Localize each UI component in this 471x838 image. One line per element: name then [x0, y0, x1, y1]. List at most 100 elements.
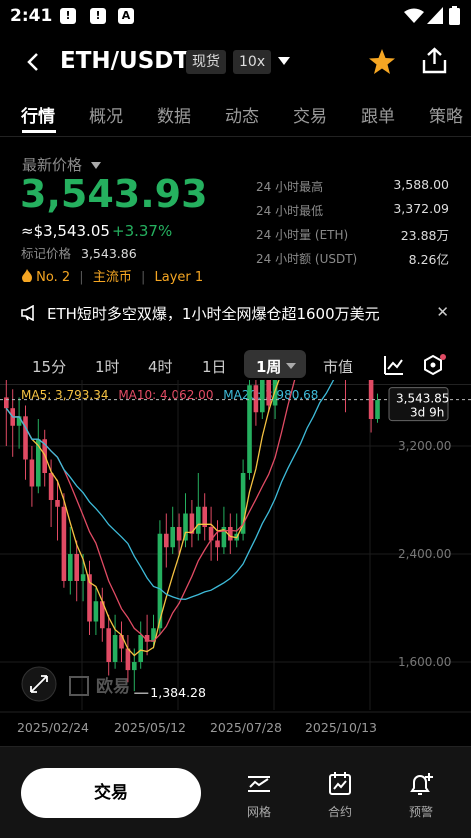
signal-icon	[427, 7, 443, 24]
stat-value: 8.26亿	[408, 252, 449, 267]
candle-body	[164, 533, 169, 548]
timeframe-1h[interactable]: 1时	[95, 356, 120, 377]
y-tick-label: 1,600.00	[398, 655, 451, 669]
candle-body	[196, 506, 201, 534]
x-tick-label: 2025/02/24	[17, 720, 89, 735]
watermark: 欧易	[96, 676, 130, 697]
layer-tag[interactable]: Layer 1	[155, 270, 204, 285]
candle-body	[4, 397, 9, 409]
stat-value: 3,372.09	[393, 201, 449, 216]
stat-value: 23.88万	[400, 228, 449, 243]
candle-body	[170, 527, 175, 548]
candle-body	[228, 527, 233, 541]
stat-value: 3,588.00	[393, 177, 449, 192]
timeframe-1d[interactable]: 1日	[202, 356, 227, 377]
grid-bot-icon[interactable]	[246, 771, 272, 797]
bottom-action-bar: 交易 网格 合约 预警	[0, 746, 471, 838]
main-tabs: 行情 概况 数据 动态 交易 跟单 策略	[0, 98, 471, 137]
alert-label[interactable]: 预警	[391, 803, 451, 820]
status-bar: 2:41 ! ! A	[0, 0, 471, 34]
candle-body	[125, 648, 131, 671]
x-tick-label: 2025/07/28	[210, 720, 282, 735]
candle-body	[61, 506, 67, 581]
stat-label: 24 小时最低	[256, 204, 324, 218]
chart-svg[interactable]: 4,800.004,000.003,200.002,400.001,600.00…	[0, 201, 471, 740]
stat-label: 24 小时量 (ETH)	[256, 228, 349, 242]
alert-bell-icon[interactable]	[408, 771, 436, 797]
tab-data[interactable]: 数据	[157, 102, 191, 127]
chevron-down-icon[interactable]	[278, 57, 290, 65]
timeframe-marketcap[interactable]: 市值	[323, 356, 353, 377]
candle-body	[93, 601, 99, 622]
x-tick-label: 2025/05/12	[114, 720, 186, 735]
tab-trade[interactable]: 交易	[293, 102, 327, 127]
candle-body	[29, 459, 35, 487]
close-icon[interactable]: ✕	[436, 303, 449, 321]
change-percent: +3.37%	[112, 222, 173, 240]
candle-body	[215, 540, 220, 548]
y-tick-label: 2,400.00	[398, 547, 451, 561]
stat-label: 24 小时额 (USDT)	[256, 252, 358, 266]
candle-body	[68, 554, 73, 581]
timeframe-1w[interactable]: 1周	[256, 356, 281, 377]
star-icon[interactable]	[368, 48, 396, 75]
candle-body	[253, 385, 259, 413]
countdown-label: 3d 9h	[410, 406, 444, 420]
last-price: 3,543.93	[20, 172, 208, 216]
candle-body	[260, 378, 265, 413]
tab-news[interactable]: 动态	[225, 102, 259, 127]
tab-indicator	[22, 130, 56, 133]
candle-body	[80, 574, 86, 581]
alert-icon: !	[60, 8, 76, 24]
usd-equivalent: ≈$3,543.05	[21, 222, 110, 240]
contract-icon[interactable]	[327, 771, 353, 797]
news-banner[interactable]: ETH短时多空双爆，1小时全网爆仓超1600万美元 ✕	[21, 303, 451, 325]
tag-row: No. 2 | 主流币 | Layer 1	[22, 266, 203, 285]
candle-body	[74, 554, 79, 581]
chevron-down-icon[interactable]	[286, 363, 296, 369]
share-icon[interactable]	[422, 47, 447, 74]
wifi-icon	[404, 8, 424, 23]
tab-market[interactable]: 行情	[21, 102, 55, 127]
candle-body	[176, 527, 182, 541]
candle-body	[23, 416, 28, 460]
back-arrow-icon[interactable]	[26, 52, 40, 72]
tab-overview[interactable]: 概况	[89, 102, 123, 127]
candle-body	[138, 635, 143, 662]
x-tick-label: 2025/10/13	[305, 720, 377, 735]
trade-button[interactable]: 交易	[21, 768, 201, 818]
candle-body	[48, 473, 54, 500]
tab-strategy[interactable]: 策略	[429, 102, 463, 127]
rank-tag[interactable]: No. 2	[36, 270, 70, 285]
leverage-badge: 10x	[233, 50, 272, 74]
candle-body	[375, 400, 380, 419]
candle-body	[247, 385, 252, 473]
mark-price-value: 3,543.86	[81, 246, 137, 261]
category-tag[interactable]: 主流币	[93, 270, 132, 285]
battery-icon	[449, 6, 460, 25]
candle-body	[106, 628, 111, 662]
alert-icon: !	[90, 8, 106, 24]
indicator-icon[interactable]	[384, 355, 404, 375]
low-price-label: 1,384.28	[150, 685, 206, 700]
market-type-badge: 现货	[186, 50, 226, 74]
caret-down-icon	[91, 162, 102, 169]
timeframe-4h[interactable]: 4时	[148, 356, 173, 377]
timeframe-15m[interactable]: 15分	[32, 356, 66, 377]
grid-label[interactable]: 网格	[229, 803, 289, 820]
mark-price-row: 标记价格 3,543.86	[21, 243, 137, 262]
pair-title[interactable]: ETH/USDT	[60, 48, 189, 74]
header: ETH/USDT 现货 10x	[0, 40, 471, 84]
watermark-logo	[69, 676, 89, 696]
tab-copy[interactable]: 跟单	[361, 102, 395, 127]
current-price-label: 3,543.85	[396, 392, 449, 406]
a-icon: A	[118, 8, 134, 24]
megaphone-icon	[21, 305, 34, 321]
y-tick-label: 3,200.00	[398, 439, 451, 453]
contract-label[interactable]: 合约	[310, 803, 370, 820]
price-chart[interactable]: 4,800.004,000.003,200.002,400.001,600.00…	[0, 201, 471, 740]
settings-icon[interactable]	[422, 354, 446, 376]
candle-body	[112, 635, 118, 662]
flame-icon	[22, 269, 32, 283]
candle-body	[55, 500, 60, 507]
